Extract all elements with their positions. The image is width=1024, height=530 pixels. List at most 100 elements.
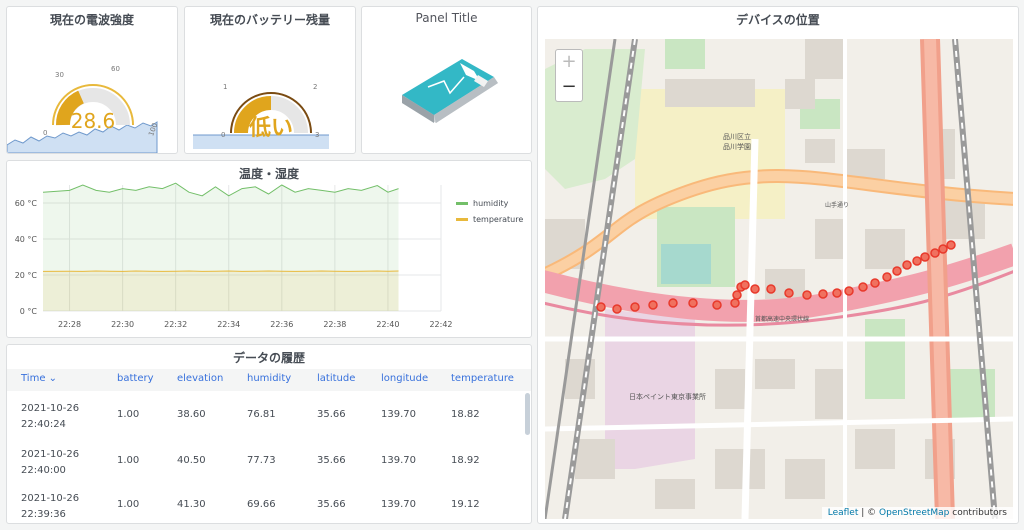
cell-elevation: 40.50	[177, 455, 206, 466]
table-header: Time ⌄ battery elevation humidity latitude lo…	[7, 369, 531, 391]
column-header-latitude[interactable]: latitude	[317, 373, 355, 384]
cell-time: 2021-10-26 22:39:36	[21, 493, 80, 520]
cell-elevation: 41.30	[177, 499, 206, 510]
track-marker[interactable]	[912, 256, 922, 266]
series-area-temperature	[43, 271, 399, 311]
cell-humidity: 77.73	[247, 455, 276, 466]
track-marker[interactable]	[858, 282, 868, 292]
gauge-tick-3: 3	[315, 131, 319, 139]
track-marker[interactable]	[784, 288, 794, 298]
cell-longitude: 139.70	[381, 455, 416, 466]
x-tick-label: 22:34	[217, 320, 240, 329]
column-header-longitude[interactable]: longitude	[381, 373, 428, 384]
column-header-battery[interactable]: battery	[117, 373, 154, 384]
gauge-tick-60: 60	[111, 65, 120, 73]
y-tick-label: 40 °C	[15, 235, 38, 244]
column-header-temperature[interactable]: temperature	[451, 373, 514, 384]
map-label-school-2: 品川学園	[723, 142, 751, 151]
table-row[interactable]: 2021-10-26 22:40:24 1.00 38.60 76.81 35.66 139…	[7, 395, 519, 437]
x-tick-label: 22:36	[270, 320, 293, 329]
map-label-factory: 日本ペイント東京事業所	[629, 392, 706, 401]
track-marker[interactable]	[730, 298, 740, 308]
cell-humidity: 69.66	[247, 499, 276, 510]
track-marker[interactable]	[832, 288, 842, 298]
column-header-elevation[interactable]: elevation	[177, 373, 223, 384]
track-marker[interactable]	[688, 298, 698, 308]
leaflet-link[interactable]: Leaflet	[828, 508, 859, 518]
chart-panel: 温度・湿度 0 °C 20 °C 40 °C 60 °C 22:28 22:30 22:32…	[6, 160, 532, 338]
track-marker[interactable]	[612, 304, 622, 314]
table-scrollbar[interactable]	[525, 393, 530, 435]
cell-latitude: 35.66	[317, 455, 346, 466]
pond-area	[661, 244, 711, 284]
cell-elevation: 38.60	[177, 409, 206, 420]
gauge-tick-2: 2	[313, 83, 317, 91]
track-marker[interactable]	[946, 240, 956, 250]
map-panel: デバイスの位置 品川区立 品川学園 日本ペイント東京事業所 山手通り 首都高速中…	[537, 6, 1019, 524]
zoom-out-button[interactable]: −	[555, 75, 583, 102]
industrial-area	[605, 309, 695, 469]
gauge-tick-30: 30	[55, 71, 64, 79]
cell-longitude: 139.70	[381, 499, 416, 510]
track-marker[interactable]	[818, 289, 828, 299]
track-marker[interactable]	[712, 300, 722, 310]
track-marker[interactable]	[802, 290, 812, 300]
device-image	[402, 59, 498, 123]
cell-latitude: 35.66	[317, 499, 346, 510]
gauge-tick-0: 0	[43, 129, 47, 137]
track-marker[interactable]	[732, 290, 742, 300]
table-row[interactable]: 2021-10-26 22:40:00 1.00 40.50 77.73 35.66 139…	[7, 441, 519, 483]
column-header-humidity[interactable]: humidity	[247, 373, 291, 384]
track-marker[interactable]	[648, 300, 658, 310]
map-canvas[interactable]: 品川区立 品川学園 日本ペイント東京事業所 山手通り 首都高速中央環状線 + −…	[545, 39, 1013, 519]
device-image-panel: Panel Title	[361, 6, 532, 154]
battery-value: 低い	[248, 116, 293, 141]
cell-time: 2021-10-26 22:40:24	[21, 403, 80, 430]
y-tick-label: 20 °C	[15, 271, 38, 280]
track-marker[interactable]	[892, 266, 902, 276]
cell-temperature: 18.92	[451, 455, 480, 466]
gauge-tick-1: 1	[223, 83, 227, 91]
track-marker[interactable]	[930, 248, 940, 258]
x-tick-label: 22:40	[376, 320, 399, 329]
x-tick-label: 22:42	[429, 320, 452, 329]
history-panel: データの履歴 Time ⌄ battery elevation humidity lat…	[6, 344, 532, 524]
column-header-time[interactable]: Time ⌄	[21, 373, 57, 384]
map-tiles: 品川区立 品川学園 日本ペイント東京事業所 山手通り 首都高速中央環状線	[545, 39, 1013, 519]
cell-battery: 1.00	[117, 409, 140, 420]
y-tick-label: 0 °C	[20, 307, 38, 316]
track-marker[interactable]	[668, 298, 678, 308]
table-row[interactable]: 2021-10-26 22:39:36 1.00 41.30 69.66 35.66 139…	[7, 485, 519, 523]
track-marker[interactable]	[596, 302, 606, 312]
track-marker[interactable]	[630, 302, 640, 312]
chart-plot: 0 °C 20 °C 40 °C 60 °C 22:28 22:30 22:32 22:34 2…	[15, 182, 523, 329]
battery-panel: 現在のバッテリー残量 0 1 2 3 低い	[184, 6, 356, 154]
track-marker[interactable]	[740, 280, 750, 290]
track-marker[interactable]	[938, 244, 948, 254]
x-tick-label: 22:32	[164, 320, 187, 329]
track-marker[interactable]	[902, 260, 912, 270]
map-label-expressway: 首都高速中央環状線	[755, 315, 809, 323]
signal-panel: 現在の電波強度 0 30 60 100 28.6	[6, 6, 178, 154]
zoom-in-button[interactable]: +	[555, 49, 583, 77]
table-title: データの履歴	[232, 351, 305, 365]
cell-temperature: 19.12	[451, 499, 480, 510]
map-attribution: Leaflet | © OpenStreetMap contributors	[821, 507, 1013, 519]
track-marker[interactable]	[766, 284, 776, 294]
cell-battery: 1.00	[117, 455, 140, 466]
track-marker[interactable]	[750, 284, 760, 294]
map-label-yamate: 山手通り	[825, 201, 849, 209]
track-marker[interactable]	[882, 272, 892, 282]
y-tick-label: 60 °C	[15, 199, 38, 208]
gauge-tick-0: 0	[221, 131, 225, 139]
signal-value: 28.6	[71, 109, 116, 133]
cell-humidity: 76.81	[247, 409, 276, 420]
track-marker[interactable]	[844, 286, 854, 296]
track-marker[interactable]	[870, 278, 880, 288]
track-marker[interactable]	[920, 252, 930, 262]
cell-latitude: 35.66	[317, 409, 346, 420]
legend-label-temperature: temperature	[473, 215, 523, 224]
legend-swatch-humidity	[456, 202, 468, 205]
osm-link[interactable]: OpenStreetMap	[879, 508, 949, 518]
x-tick-label: 22:28	[58, 320, 81, 329]
